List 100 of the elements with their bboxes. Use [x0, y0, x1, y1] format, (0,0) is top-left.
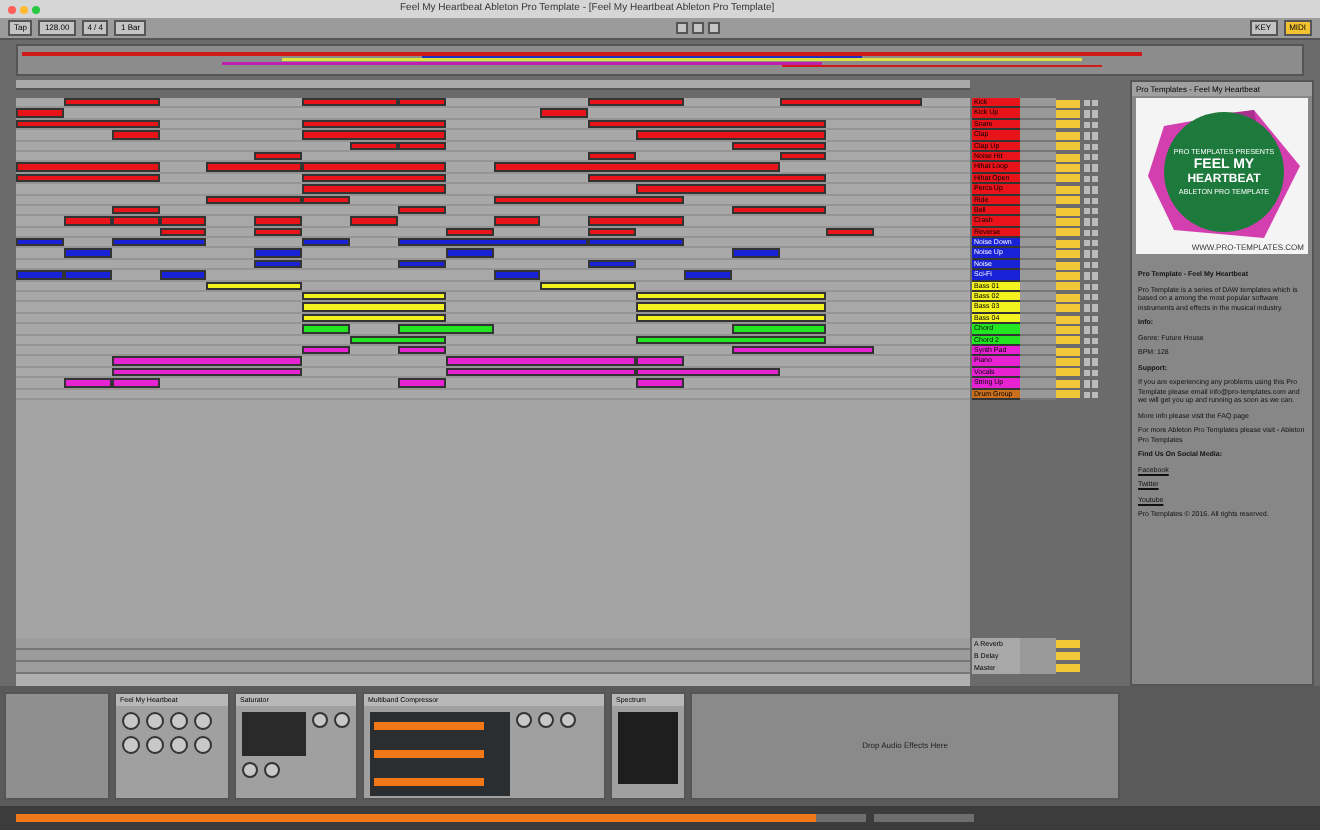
clip-block[interactable] [397, 259, 446, 269]
clip-block[interactable] [636, 292, 827, 301]
clip-block[interactable] [302, 195, 350, 204]
clip-block[interactable] [302, 292, 446, 301]
clip-block[interactable] [588, 216, 684, 226]
clip-block[interactable] [826, 227, 875, 237]
clip-block[interactable] [254, 151, 303, 161]
volume-field[interactable] [1056, 228, 1080, 237]
volume-field[interactable] [1056, 164, 1080, 173]
clip-block[interactable] [349, 216, 398, 226]
clip-block[interactable] [731, 205, 827, 215]
clip-block[interactable] [731, 324, 827, 334]
clip-block[interactable] [636, 335, 827, 344]
clip-block[interactable] [731, 248, 780, 258]
clip-block[interactable] [588, 98, 684, 107]
clip-block[interactable] [63, 378, 112, 388]
timeline-ruler[interactable] [16, 80, 970, 90]
volume-field[interactable] [1056, 358, 1080, 367]
volume-field[interactable] [1056, 325, 1080, 334]
clip-block[interactable] [302, 345, 350, 355]
clip-block[interactable] [254, 248, 303, 258]
clip-block[interactable] [16, 162, 160, 172]
volume-field[interactable] [1056, 185, 1080, 194]
clip-block[interactable] [588, 238, 684, 247]
clip-block[interactable] [159, 270, 207, 280]
close-button[interactable] [8, 5, 16, 13]
clip-block[interactable] [63, 270, 112, 280]
volume-field[interactable] [1056, 250, 1080, 259]
clip-block[interactable] [588, 173, 827, 183]
clip-block[interactable] [254, 259, 303, 269]
clip-block[interactable] [445, 356, 637, 366]
clip-block[interactable] [445, 248, 493, 258]
clip-block[interactable] [636, 130, 827, 140]
clip-block[interactable] [636, 367, 780, 377]
clip-block[interactable] [111, 356, 303, 366]
clip-block[interactable] [63, 98, 160, 107]
clip-block[interactable] [206, 281, 303, 291]
clip-block[interactable] [588, 119, 827, 129]
clip-block[interactable] [636, 184, 827, 194]
clip-block[interactable] [302, 238, 350, 247]
clip-block[interactable] [206, 162, 303, 172]
volume-field[interactable] [1056, 640, 1080, 648]
clip-block[interactable] [493, 195, 684, 204]
clip-block[interactable] [302, 302, 446, 312]
clip-block[interactable] [63, 216, 112, 226]
clip-block[interactable] [731, 141, 827, 150]
clip-block[interactable] [636, 378, 684, 388]
volume-field[interactable] [1056, 207, 1080, 216]
clip-block[interactable] [302, 173, 446, 183]
volume-field[interactable] [1056, 120, 1080, 129]
clip-block[interactable] [302, 119, 446, 129]
clip-block[interactable] [111, 216, 160, 226]
clip-block[interactable] [159, 216, 207, 226]
clip-block[interactable] [397, 141, 446, 150]
volume-field[interactable] [1056, 315, 1080, 324]
volume-field[interactable] [1056, 347, 1080, 356]
arrangement-overview[interactable] [16, 44, 1304, 76]
clip-block[interactable] [111, 205, 160, 215]
clip-block[interactable] [302, 162, 446, 172]
clip-block[interactable] [493, 162, 780, 172]
clip-block[interactable] [16, 173, 160, 183]
volume-field[interactable] [1056, 153, 1080, 162]
volume-field[interactable] [1056, 379, 1080, 388]
clip-block[interactable] [349, 335, 446, 344]
clip-block[interactable] [540, 281, 637, 291]
clip-block[interactable] [302, 130, 446, 140]
clip-block[interactable] [302, 184, 446, 194]
clip-block[interactable] [493, 216, 541, 226]
clip-block[interactable] [16, 108, 64, 118]
clip-block[interactable] [779, 98, 923, 107]
clip-block[interactable] [540, 108, 589, 118]
clip-block[interactable] [254, 216, 303, 226]
clip-block[interactable] [397, 378, 446, 388]
volume-field[interactable] [1056, 271, 1080, 280]
clip-block[interactable] [63, 248, 112, 258]
volume-field[interactable] [1056, 293, 1080, 302]
play-button[interactable] [675, 22, 688, 34]
clip-block[interactable] [111, 367, 303, 377]
volume-field[interactable] [1056, 217, 1080, 226]
clip-block[interactable] [111, 238, 207, 247]
clip-block[interactable] [779, 151, 827, 161]
clip-block[interactable] [111, 130, 160, 140]
volume-field[interactable] [1056, 304, 1080, 313]
volume-field[interactable] [1056, 664, 1080, 672]
clip-block[interactable] [445, 227, 493, 237]
volume-field[interactable] [1056, 110, 1080, 119]
clip-block[interactable] [397, 324, 493, 334]
clip-block[interactable] [636, 313, 827, 323]
clip-block[interactable] [302, 313, 446, 323]
clip-block[interactable] [111, 378, 160, 388]
clip-block[interactable] [254, 227, 303, 237]
clip-block[interactable] [397, 205, 446, 215]
volume-field[interactable] [1056, 261, 1080, 270]
volume-field[interactable] [1056, 239, 1080, 248]
clip-block[interactable] [636, 356, 684, 366]
clip-block[interactable] [731, 345, 875, 355]
clip-block[interactable] [206, 195, 303, 204]
volume-field[interactable] [1056, 196, 1080, 205]
clip-block[interactable] [397, 98, 446, 107]
volume-field[interactable] [1056, 368, 1080, 377]
